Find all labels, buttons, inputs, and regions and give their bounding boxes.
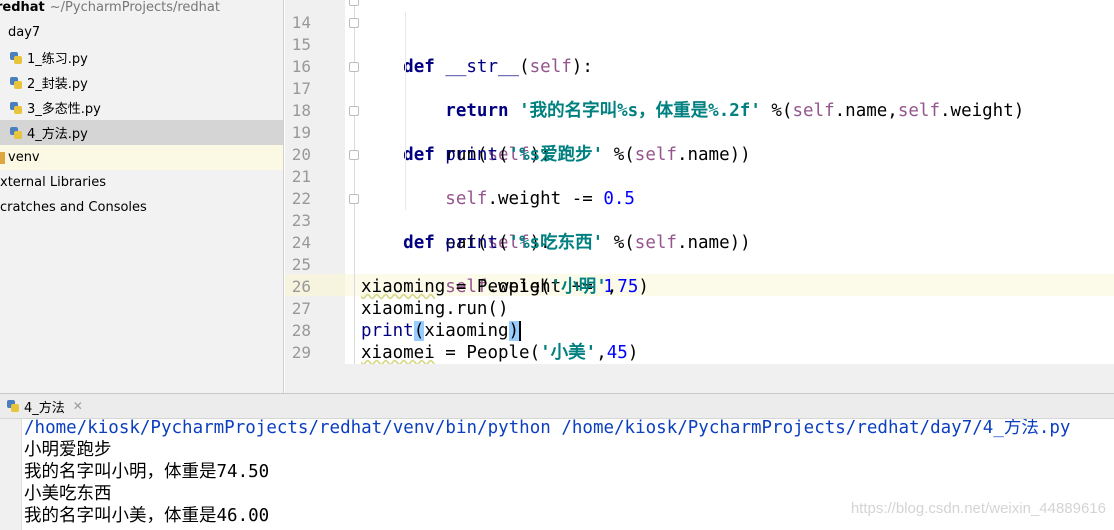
watermark: https://blog.csdn.net/weixin_44889616	[850, 500, 1106, 517]
tree-item-label: venv	[8, 150, 40, 165]
code-line[interactable]: 19 self.weight -= 0.5	[285, 100, 1114, 209]
tree-item-label: 3_多态性.py	[27, 102, 101, 117]
run-panel-header: 4_方法 ✕	[0, 393, 1114, 419]
tree-item-day7[interactable]: day7	[0, 20, 283, 45]
code-line[interactable]: 23 self.weight += 1	[285, 188, 1114, 297]
python-file-icon	[9, 51, 23, 65]
tree-item-label: cratches and Consoles	[0, 200, 147, 215]
fold-marker-icon[interactable]	[349, 194, 359, 204]
code-line[interactable]: 25 xiaoming = People('小明',75)	[285, 232, 1114, 297]
python-file-icon	[9, 76, 23, 90]
tree-item-file-4[interactable]: 4_方法.py	[0, 120, 283, 145]
console-output-line: 我的名字叫小美，体重是46.00	[24, 506, 270, 526]
code-line[interactable]: 24	[285, 210, 1114, 252]
code-line[interactable]: 26 xiaoming.run()	[285, 254, 1114, 319]
tree-item-file-2[interactable]: 2_封装.py	[0, 70, 283, 95]
python-file-icon	[9, 126, 23, 140]
code-line-current[interactable]: 27 print(xiaoming)	[285, 276, 1114, 341]
fold-marker-icon[interactable]	[349, 62, 359, 72]
code-line[interactable]: 21 def eat(self):	[285, 144, 1114, 253]
tree-item-label: 4_方法.py	[27, 127, 88, 142]
code-line[interactable]: 14 def __str__(self):	[285, 0, 1114, 77]
project-path: ~/PycharmProjects/redhat	[49, 0, 220, 15]
code-line[interactable]: 30 print(xiaomei)	[285, 342, 1114, 364]
fold-marker-icon[interactable]	[349, 106, 359, 116]
run-toolbar	[0, 419, 22, 530]
tree-item-file-3[interactable]: 3_多态性.py	[0, 95, 283, 120]
code-line[interactable]: 20	[285, 122, 1114, 164]
folder-icon	[0, 151, 5, 164]
run-tab-label: 4_方法	[24, 400, 65, 416]
tree-item-label: 2_封装.py	[27, 77, 88, 92]
project-panel: redhat ~/PycharmProjects/redhat day7 1_练…	[0, 0, 284, 393]
code-line[interactable]: 29 xiaomei.eat()	[285, 320, 1114, 362]
tree-item-label: 1_练习.py	[27, 52, 88, 67]
run-command: /home/kiosk/PycharmProjects/redhat/venv/…	[24, 419, 1071, 438]
python-file-icon	[9, 101, 23, 115]
python-run-icon	[6, 399, 20, 413]
fold-marker-icon[interactable]	[349, 0, 359, 6]
code-line[interactable]: 22 print('%s吃东西' %(self.name))	[285, 166, 1114, 253]
code-line[interactable]: 16	[285, 34, 1114, 76]
console-output-line: 小美吃东西	[24, 484, 112, 504]
close-icon[interactable]: ✕	[73, 399, 83, 413]
run-tab[interactable]: 4_方法 ✕	[6, 394, 89, 419]
project-name: redhat	[0, 0, 45, 15]
code-line[interactable]: 17 def run(self):	[285, 56, 1114, 165]
tree-item-external-libraries[interactable]: xternal Libraries	[0, 170, 283, 195]
code-line[interactable]: 18 print('%s爱跑步' %(self.name))	[285, 78, 1114, 165]
tree-item-scratches[interactable]: cratches and Consoles	[0, 195, 283, 220]
fold-marker-icon[interactable]	[349, 150, 359, 160]
tree-item-label: day7	[8, 25, 41, 40]
code-line[interactable]: 15 return '我的名字叫%s，体重是%.2f' %(self.name,…	[285, 12, 1114, 121]
code-editor[interactable]: 14 def __str__(self): 15 return '我的名字叫%s…	[285, 0, 1114, 364]
console-output-line: 小明爱跑步	[24, 440, 112, 460]
console-output-line: 我的名字叫小明，体重是74.50	[24, 462, 270, 482]
project-root[interactable]: redhat ~/PycharmProjects/redhat	[0, 0, 283, 20]
tree-item-venv[interactable]: venv	[0, 145, 283, 170]
fold-marker-icon[interactable]	[349, 18, 359, 28]
code-line[interactable]: 28 xiaomei = People('小美',45)	[285, 298, 1114, 363]
tree-item-file-1[interactable]: 1_练习.py	[0, 45, 283, 70]
tree-item-label: xternal Libraries	[0, 175, 106, 190]
